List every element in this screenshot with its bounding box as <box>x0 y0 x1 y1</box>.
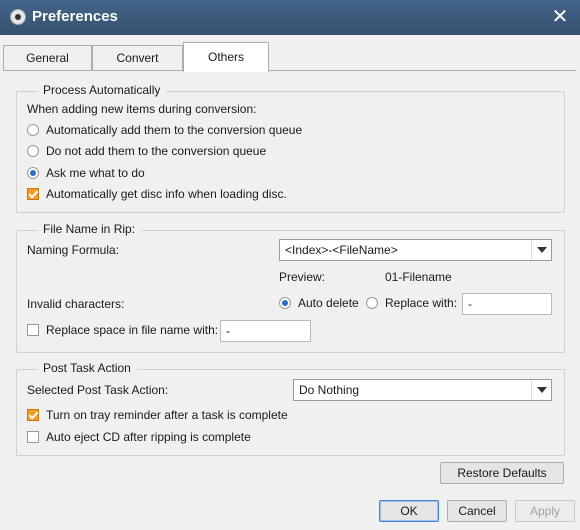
radio-auto-add[interactable] <box>27 124 39 136</box>
preview-value: 01-Filename <box>385 270 452 284</box>
option-ask-me[interactable]: Ask me what to do <box>27 166 145 180</box>
tray-reminder-option[interactable]: Turn on tray reminder after a task is co… <box>27 408 288 422</box>
auto-eject-option[interactable]: Auto eject CD after ripping is complete <box>27 430 251 444</box>
option-auto-add[interactable]: Automatically add them to the conversion… <box>27 123 302 137</box>
post-task-select[interactable]: Do Nothing <box>293 379 552 401</box>
restore-defaults-button[interactable]: Restore Defaults <box>440 462 564 484</box>
disc-info-checkbox[interactable] <box>27 188 39 200</box>
title-bar: Preferences ✕ <box>0 0 580 35</box>
tray-reminder-checkbox[interactable] <box>27 409 39 421</box>
naming-formula-label: Naming Formula: <box>27 243 120 257</box>
post-task-action-group: Post Task Action Selected Post Task Acti… <box>16 361 565 456</box>
process-intro: When adding new items during conversion: <box>27 102 257 116</box>
radio-do-not-add[interactable] <box>27 145 39 157</box>
auto-delete-option[interactable]: Auto delete <box>279 296 359 310</box>
replace-space-checkbox[interactable] <box>27 324 39 336</box>
close-icon[interactable]: ✕ <box>550 7 570 27</box>
disc-info-option[interactable]: Automatically get disc info when loading… <box>27 187 287 201</box>
chevron-down-icon[interactable] <box>531 380 551 400</box>
tab-convert[interactable]: Convert <box>92 45 183 71</box>
radio-ask-me[interactable] <box>27 167 39 179</box>
process-legend: Process Automatically <box>37 83 167 97</box>
preview-label: Preview: <box>279 270 326 284</box>
disc-info-label: Automatically get disc info when loading… <box>46 187 287 201</box>
file-name-legend: File Name in Rip: <box>37 222 142 236</box>
auto-eject-checkbox[interactable] <box>27 431 39 443</box>
tab-general[interactable]: General <box>3 45 92 71</box>
post-task-value: Do Nothing <box>299 383 360 397</box>
replace-with-option[interactable]: Replace with: <box>366 296 457 310</box>
naming-formula-value: <Index>-<FileName> <box>285 243 398 257</box>
naming-formula-select[interactable]: <Index>-<FileName> <box>279 239 552 261</box>
post-task-legend: Post Task Action <box>37 361 137 375</box>
radio-replace-with[interactable] <box>366 297 378 309</box>
replace-space-input[interactable]: - <box>220 320 311 342</box>
invalid-characters-label: Invalid characters: <box>27 297 125 311</box>
auto-delete-label: Auto delete <box>298 296 359 310</box>
replace-space-option[interactable]: Replace space in file name with: <box>27 323 218 337</box>
tab-content: Process Automatically When adding new it… <box>3 70 576 496</box>
tab-others[interactable]: Others <box>183 42 269 72</box>
option-ask-me-label: Ask me what to do <box>46 166 145 180</box>
preferences-window: Preferences ✕ General Convert Others Pro… <box>0 0 580 530</box>
replace-with-input[interactable]: - <box>462 293 552 315</box>
file-name-group: File Name in Rip: Naming Formula: <Index… <box>16 222 565 353</box>
ok-button[interactable]: OK <box>379 500 439 522</box>
option-do-not-add-label: Do not add them to the conversion queue <box>46 144 267 158</box>
window-title: Preferences <box>32 8 118 25</box>
replace-space-label: Replace space in file name with: <box>46 323 219 337</box>
radio-auto-delete[interactable] <box>279 297 291 309</box>
auto-eject-label: Auto eject CD after ripping is complete <box>46 430 251 444</box>
tray-reminder-label: Turn on tray reminder after a task is co… <box>46 408 288 422</box>
replace-with-label: Replace with: <box>385 296 458 310</box>
chevron-down-icon[interactable] <box>531 240 551 260</box>
apply-button[interactable]: Apply <box>515 500 575 522</box>
selected-post-task-label: Selected Post Task Action: <box>27 383 169 397</box>
process-automatically-group: Process Automatically When adding new it… <box>16 83 565 213</box>
cancel-button[interactable]: Cancel <box>447 500 507 522</box>
app-icon <box>10 9 26 25</box>
option-auto-add-label: Automatically add them to the conversion… <box>46 123 303 137</box>
option-do-not-add[interactable]: Do not add them to the conversion queue <box>27 144 266 158</box>
